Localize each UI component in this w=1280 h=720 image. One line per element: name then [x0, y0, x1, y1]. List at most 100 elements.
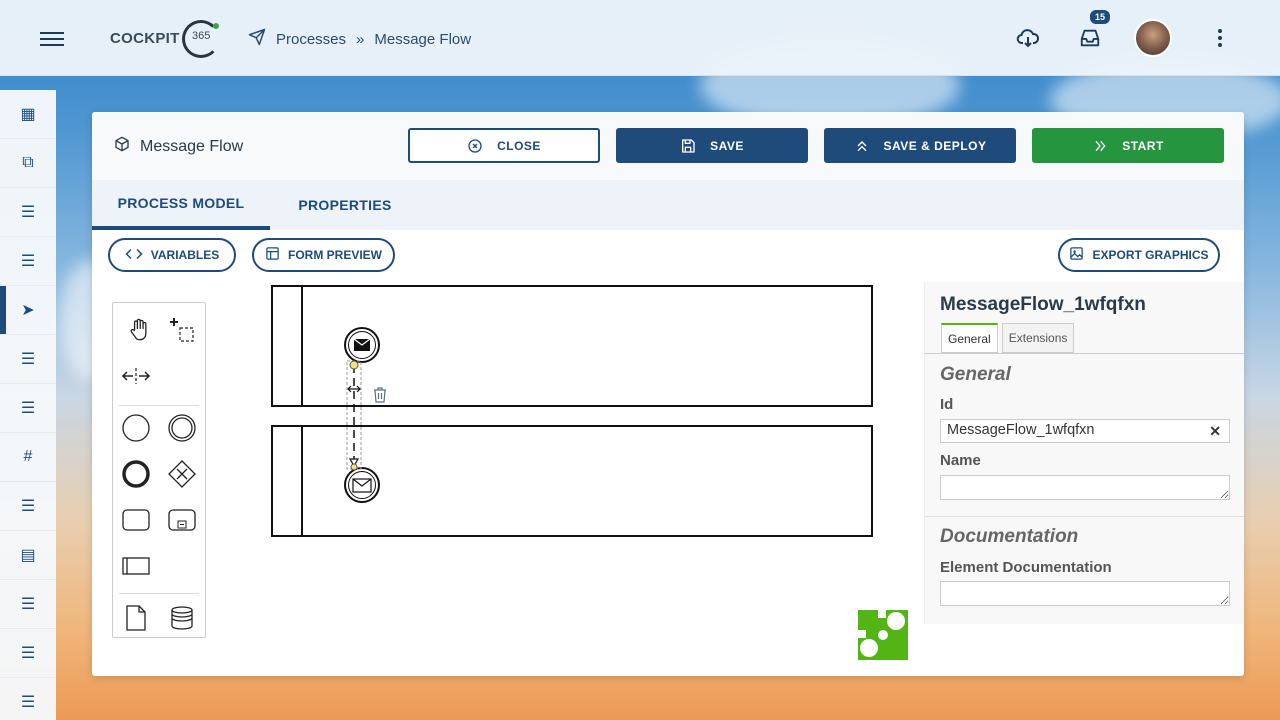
hamburger-menu-icon[interactable]: [40, 28, 64, 48]
section-documentation-title: Documentation: [940, 526, 1079, 547]
export-graphics-button-label: EXPORT GRAPHICS: [1092, 248, 1209, 262]
variables-button-label: VARIABLES: [150, 248, 220, 262]
sidebar-item-9[interactable]: ▤: [0, 531, 56, 580]
list-icon: ☰: [20, 204, 36, 221]
form-preview-button-label: FORM PREVIEW: [287, 248, 382, 262]
tab-properties[interactable]: PROPERTIES: [282, 180, 408, 230]
download-icon[interactable]: [1008, 18, 1048, 58]
pool-icon[interactable]: [119, 549, 153, 583]
close-button-label: CLOSE: [497, 138, 541, 153]
properties-panel: MessageFlow_1wfqfxn General Extensions G…: [924, 282, 1244, 624]
save-deploy-button[interactable]: SAVE & DEPLOY: [824, 128, 1016, 163]
sidebar-item-4[interactable]: ➤: [0, 286, 56, 335]
more-vertical-icon[interactable]: [1200, 18, 1240, 58]
envelope-filled-icon: [353, 338, 371, 351]
tab-extensions[interactable]: Extensions: [1001, 323, 1075, 353]
task-icon[interactable]: [119, 503, 153, 537]
breadcrumb-current: Message Flow: [374, 30, 472, 48]
cube-icon: ⧉: [22, 154, 34, 171]
subprocess-icon[interactable]: [165, 503, 199, 537]
sidebar-item-5[interactable]: ☰: [0, 335, 56, 384]
logo[interactable]: COCKPIT 365: [110, 20, 230, 60]
logo-number: 365: [192, 30, 211, 42]
lasso-tool-icon[interactable]: [165, 313, 199, 347]
sidebar-item-12[interactable]: ☰: [0, 678, 56, 720]
clear-icon[interactable]: ✕: [1209, 423, 1221, 440]
form-preview-button[interactable]: FORM PREVIEW: [252, 238, 395, 272]
list-icon: ☰: [20, 400, 36, 417]
sidebar-item-6[interactable]: ☰: [0, 384, 56, 433]
double-chevron-right-icon: [1095, 140, 1106, 151]
list-icon: ☰: [20, 596, 36, 613]
sidebar-item-2[interactable]: ☰: [0, 188, 56, 237]
sidebar-item-0[interactable]: ▦: [0, 90, 56, 139]
save-button[interactable]: SAVE: [616, 128, 808, 163]
cube-icon: [114, 136, 130, 157]
editor-card: Message Flow CLOSE SAVE SAVE & DEPLOY ST…: [92, 112, 1244, 676]
delete-trash-icon[interactable]: [372, 386, 390, 404]
id-field[interactable]: MessageFlow_1wfqfxn ✕: [940, 419, 1230, 443]
tab-bar: PROCESS MODEL PROPERTIES: [92, 180, 1244, 230]
name-label: Name: [940, 452, 981, 469]
sidebar-item-11[interactable]: ☰: [0, 629, 56, 678]
breadcrumb-separator: »: [356, 30, 365, 48]
space-tool-icon[interactable]: [119, 359, 153, 393]
sidebar-item-3[interactable]: ☰: [0, 237, 56, 286]
envelope-outline-icon: [352, 477, 372, 493]
user-avatar[interactable]: [1134, 19, 1172, 57]
logo-dot: [213, 23, 219, 29]
pool-upper-header[interactable]: [273, 287, 303, 405]
export-graphics-button[interactable]: EXPORT GRAPHICS: [1058, 238, 1220, 272]
list-icon: ☰: [20, 253, 36, 270]
properties-element-title: MessageFlow_1wfqfxn: [940, 294, 1146, 315]
save-icon: [682, 138, 695, 153]
sidebar-item-10[interactable]: ☰: [0, 580, 56, 629]
dashboard-icon: ▦: [20, 106, 36, 123]
inbox-icon: [1080, 29, 1100, 47]
start-button[interactable]: START: [1032, 128, 1224, 163]
close-circle-icon: [468, 138, 482, 153]
card-header: Message Flow CLOSE SAVE SAVE & DEPLOY ST…: [92, 112, 1244, 180]
save-deploy-button-label: SAVE & DEPLOY: [883, 138, 987, 153]
close-button[interactable]: CLOSE: [408, 128, 600, 163]
id-value: MessageFlow_1wfqfxn: [947, 422, 1095, 438]
breadcrumb-processes[interactable]: Processes: [276, 31, 346, 48]
bpmn-canvas[interactable]: [212, 282, 922, 672]
end-event-icon[interactable]: [119, 457, 153, 491]
double-chevron-up-icon: [857, 140, 866, 151]
tab-general[interactable]: General: [941, 323, 998, 353]
bpmn-io-logo[interactable]: [856, 608, 910, 662]
list-icon: ☰: [20, 645, 36, 662]
documentation-field[interactable]: [940, 581, 1230, 606]
tab-process-model[interactable]: PROCESS MODEL: [92, 180, 270, 230]
gateway-icon[interactable]: [165, 457, 199, 491]
pool-lower-header[interactable]: [273, 427, 303, 535]
sidebar-item-1[interactable]: ⧉: [0, 139, 56, 188]
form-layout-icon: [265, 246, 280, 264]
inbox-button[interactable]: 15: [1070, 10, 1111, 58]
data-store-icon[interactable]: [165, 601, 199, 635]
intermediate-event-icon[interactable]: [165, 411, 199, 445]
list-icon: ☰: [20, 351, 36, 368]
hand-tool-icon[interactable]: [123, 313, 157, 347]
sidebar-item-8[interactable]: ☰: [0, 482, 56, 531]
start-button-label: START: [1122, 138, 1164, 153]
save-button-label: SAVE: [710, 138, 744, 153]
start-event-icon[interactable]: [119, 411, 153, 445]
code-icon: [125, 247, 143, 264]
message-flow-connector[interactable]: [342, 357, 402, 477]
variables-button[interactable]: VARIABLES: [108, 238, 236, 272]
documentation-label: Element Documentation: [940, 559, 1112, 576]
sidebar-item-7[interactable]: #: [0, 433, 56, 482]
paper-plane-icon: [248, 28, 266, 50]
hash-icon: #: [23, 448, 33, 465]
name-field[interactable]: [940, 475, 1230, 500]
calendar-list-icon: ▤: [20, 547, 36, 564]
sidebar: ▦ ⧉ ☰ ☰ ➤ ☰ ☰ # ☰ ▤ ☰ ☰ ☰: [0, 90, 56, 720]
paper-plane-icon: ➤: [21, 302, 35, 319]
logo-text: COCKPIT: [110, 30, 180, 47]
breadcrumb: Processes » Message Flow: [248, 28, 471, 50]
inbox-badge: 15: [1090, 10, 1111, 24]
data-object-icon[interactable]: [119, 601, 153, 635]
top-bar: COCKPIT 365 Processes » Message Flow 15: [0, 0, 1280, 76]
